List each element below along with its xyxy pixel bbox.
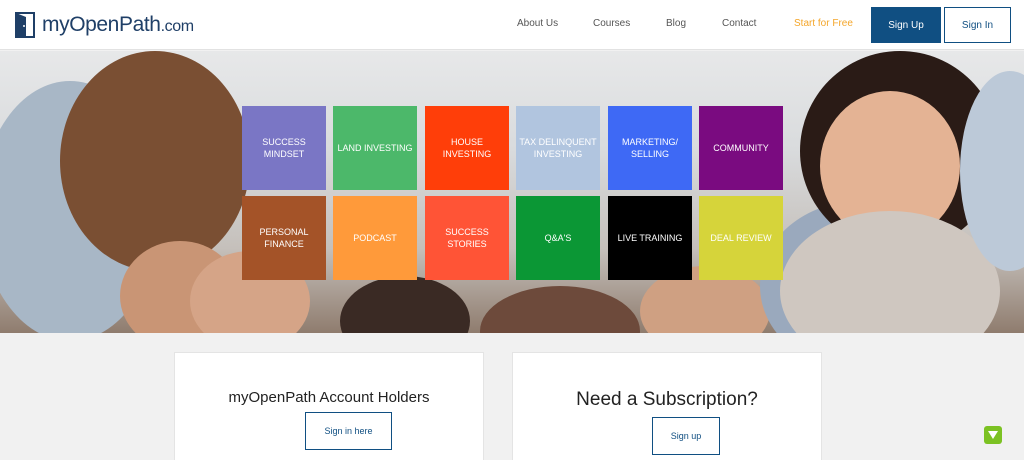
triangle-down-icon [988, 431, 998, 439]
hero-photo-shape [480, 286, 640, 333]
tile-label: SUCCESS MINDSET [262, 137, 306, 159]
logo-text: myOpenPath.com [42, 13, 194, 36]
tile-community[interactable]: COMMUNITY [699, 106, 783, 190]
tile-land-investing[interactable]: LAND INVESTING [333, 106, 417, 190]
logo[interactable]: myOpenPath.com [14, 10, 194, 40]
hero-photo-shape [60, 51, 250, 271]
tile-tax-delinquent-investing[interactable]: TAX DELINQUENT INVESTING [516, 106, 600, 190]
nav-start-for-free[interactable]: Start for Free [794, 18, 853, 29]
account-holders-title: myOpenPath Account Holders [228, 389, 430, 406]
nav-contact[interactable]: Contact [722, 18, 756, 29]
nav-blog[interactable]: Blog [666, 18, 686, 29]
sign-in-button[interactable]: Sign In [944, 7, 1011, 43]
subscription-card: Need a Subscription? Sign up [512, 352, 822, 460]
hero-photo-shape [340, 276, 470, 333]
tile-label: MARKETING/ SELLING [621, 137, 678, 159]
scroll-down-button[interactable] [984, 426, 1002, 444]
tile-label: DEAL REVIEW [710, 233, 772, 243]
door-logo-icon [15, 12, 35, 38]
sign-in-here-button[interactable]: Sign in here [305, 412, 392, 450]
tile-house-investing[interactable]: HOUSE INVESTING [425, 106, 509, 190]
tile-live-training[interactable]: LIVE TRAINING [608, 196, 692, 280]
tile-podcast[interactable]: PODCAST [333, 196, 417, 280]
sign-up-card-button[interactable]: Sign up [652, 417, 720, 455]
tile-marketing-selling[interactable]: MARKETING/ SELLING [608, 106, 692, 190]
sign-up-button[interactable]: Sign Up [871, 7, 941, 43]
nav-courses[interactable]: Courses [593, 18, 630, 29]
tile-personal-finance[interactable]: PERSONAL FINANCE [242, 196, 326, 280]
tile-label: Q&A'S [544, 233, 572, 243]
tile-label: HOUSE INVESTING [442, 137, 492, 159]
account-holders-card: myOpenPath Account Holders Sign in here [174, 352, 484, 460]
tile-qas[interactable]: Q&A'S [516, 196, 600, 280]
nav-about-us[interactable]: About Us [517, 18, 558, 29]
tile-success-stories[interactable]: SUCCESS STORIES [425, 196, 509, 280]
tile-label: SUCCESS STORIES [445, 227, 489, 249]
hero-banner: SUCCESS MINDSET LAND INVESTING HOUSE INV… [0, 51, 1024, 333]
tile-success-mindset[interactable]: SUCCESS MINDSET [242, 106, 326, 190]
tile-label: COMMUNITY [713, 143, 769, 153]
subscription-title: Need a Subscription? [576, 389, 758, 410]
tile-label: PERSONAL FINANCE [259, 227, 309, 249]
tile-label: LAND INVESTING [337, 143, 413, 153]
tile-label: LIVE TRAINING [617, 233, 683, 243]
tile-label: TAX DELINQUENT INVESTING [519, 137, 597, 159]
top-navbar: myOpenPath.com About Us Courses Blog Con… [0, 0, 1024, 50]
category-tiles: SUCCESS MINDSET LAND INVESTING HOUSE INV… [240, 105, 785, 281]
tile-deal-review[interactable]: DEAL REVIEW [699, 196, 783, 280]
tile-label: PODCAST [353, 233, 397, 243]
